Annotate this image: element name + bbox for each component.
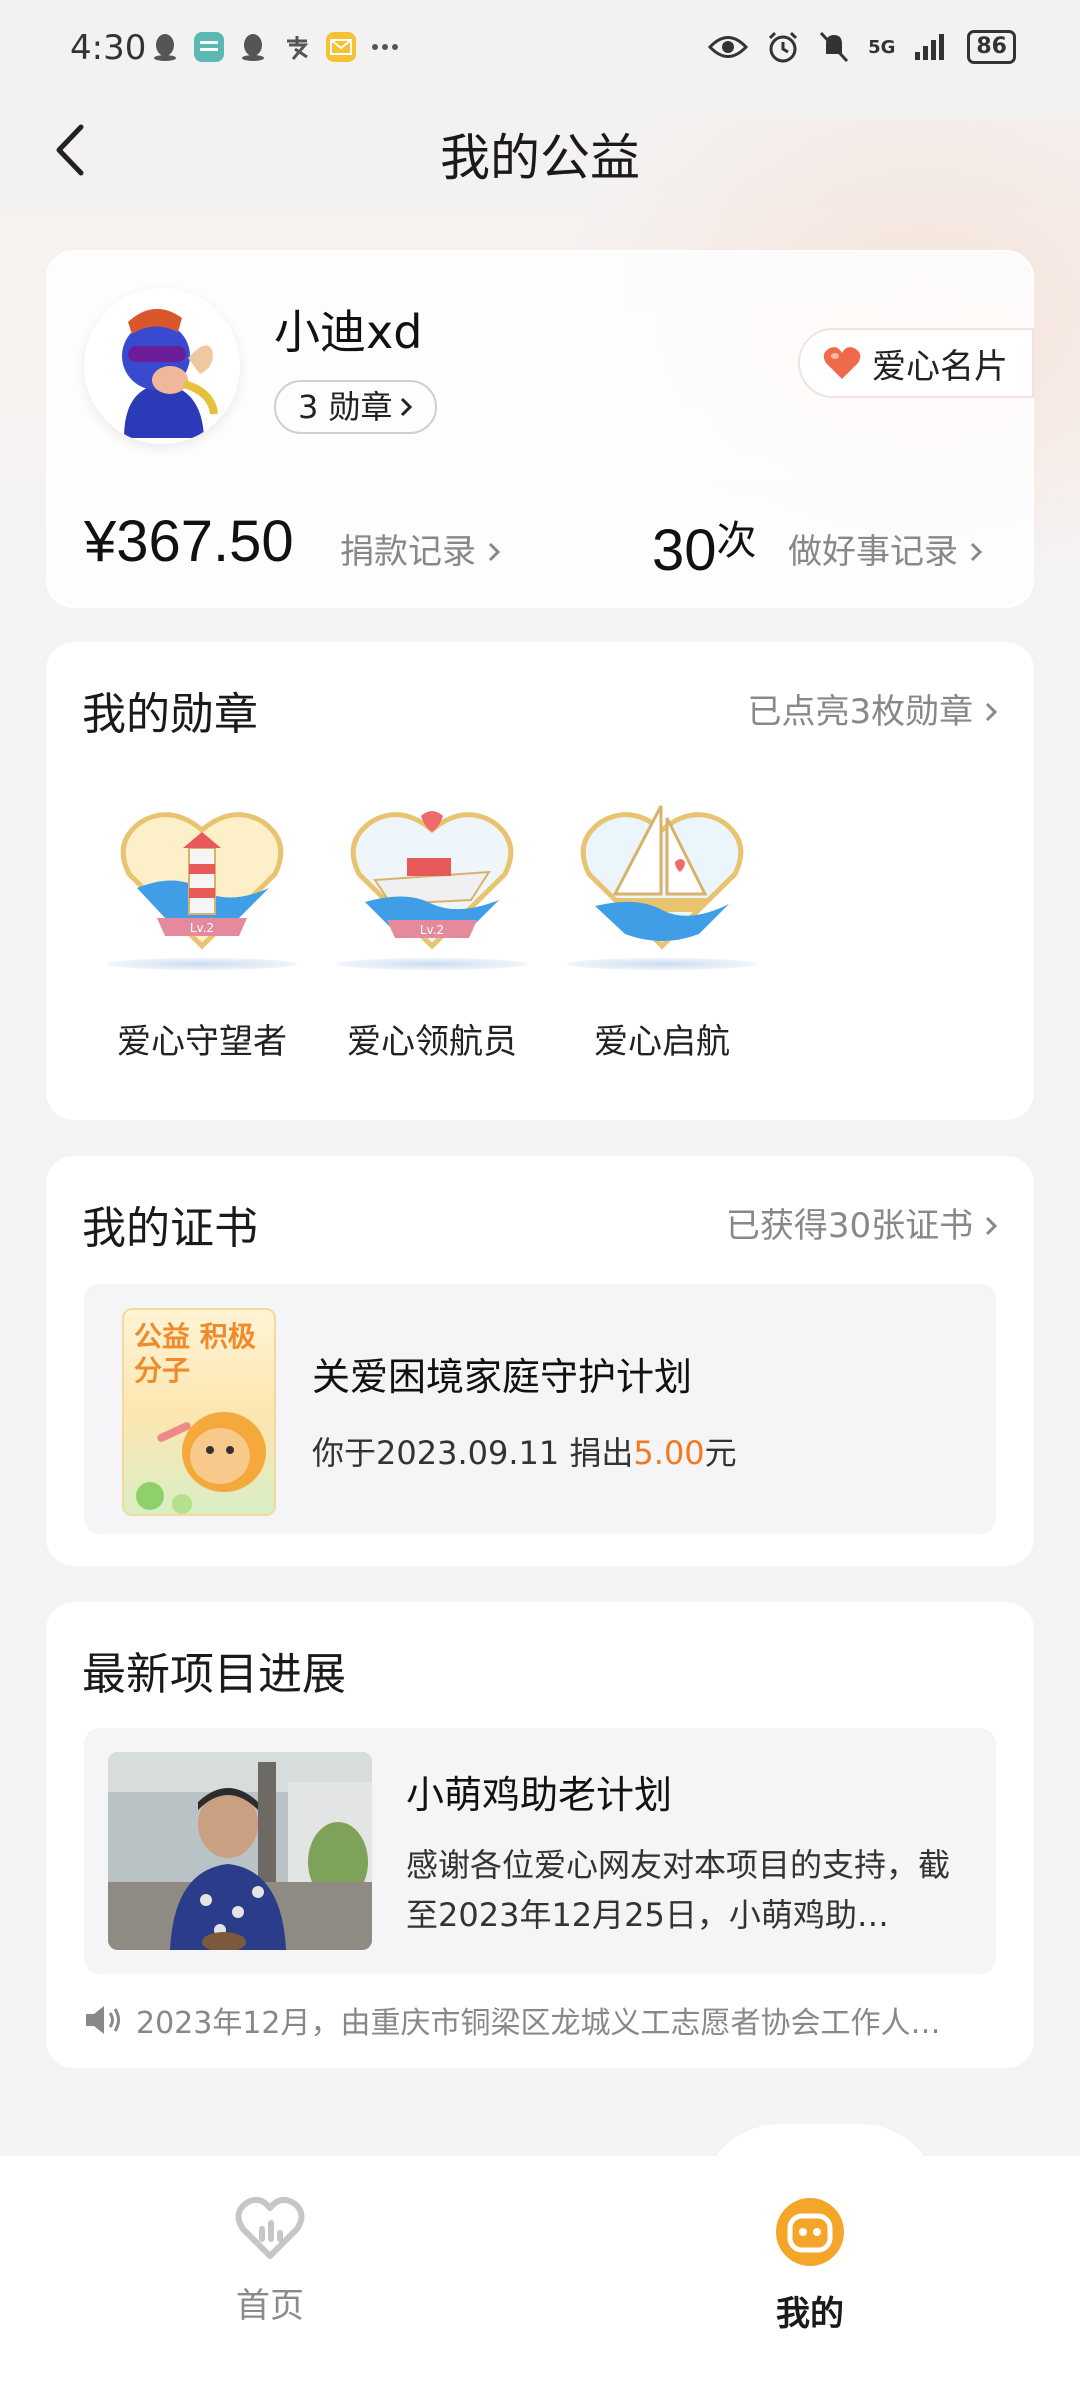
project-notice-text: 2023年12月，由重庆市铜梁区龙城义工志愿者协会工作人… — [136, 2006, 941, 2041]
good-deeds-count: 30次 — [652, 508, 757, 584]
badge-count-label: 3 勋章 — [298, 388, 393, 426]
medal-level: Lv.2 — [420, 923, 444, 937]
project-photo — [108, 1752, 372, 1950]
eye-icon — [708, 36, 749, 58]
medal-item[interactable]: Lv.2 爱心守望者 — [102, 802, 302, 1062]
medal-shadow — [107, 958, 297, 970]
tab-mine[interactable]: 我的 — [710, 2196, 910, 2335]
status-bar: 4:30 5G 86 — [0, 0, 1080, 100]
lighthouse-medal-icon: Lv.2 — [117, 802, 287, 952]
medal-name: 爱心守望者 — [117, 1022, 287, 1062]
project-item[interactable]: 小萌鸡助老计划 感谢各位爱心网友对本项目的支持，截至2023年12月25日，小萌… — [84, 1728, 996, 1974]
medal-name: 爱心领航员 — [347, 1022, 517, 1062]
love-card-button[interactable]: 爱心名片 — [798, 328, 1034, 398]
medals-card: 我的勋章 已点亮3枚勋章 Lv.2 爱心守望者 Lv.2 爱心领航员 爱心启航 — [46, 642, 1034, 1120]
certificate-item-title: 关爱困境家庭守护计划 — [312, 1355, 693, 1399]
certificate-desc-suffix: 元 — [704, 1434, 737, 1472]
mute-icon — [819, 31, 849, 63]
project-progress-card: 最新项目进展 小萌鸡助老计划 感谢各位爱心网友对本项目的支持，截至2023年12… — [46, 1602, 1034, 2068]
qq-icon — [238, 32, 268, 62]
badge-count-button[interactable]: 3 勋章 — [274, 380, 437, 434]
tab-home-label: 首页 — [236, 2286, 304, 2326]
avatar[interactable] — [84, 288, 240, 444]
signal-icon — [915, 34, 945, 60]
project-item-desc: 感谢各位爱心网友对本项目的支持，截至2023年12月25日，小萌鸡助… — [406, 1846, 951, 1934]
medals-link[interactable]: 已点亮3枚勋章 — [748, 684, 998, 733]
profile-card: 小迪xd 3 勋章 爱心名片 ¥367.50 捐款记录 30次 做好事记录 — [46, 250, 1034, 608]
medals-link-label: 已点亮3枚勋章 — [747, 692, 974, 732]
alarm-icon — [769, 31, 798, 63]
medals-title: 我的勋章 — [82, 689, 258, 740]
love-card-label: 爱心名片 — [872, 346, 1008, 387]
certificate-link[interactable]: 已获得30张证书 — [726, 1198, 998, 1247]
sailboat-medal-icon — [577, 802, 747, 952]
project-notice[interactable]: 2023年12月，由重庆市铜梁区龙城义工志愿者协会工作人… — [84, 1998, 1014, 2042]
good-deeds-records-link[interactable]: 做好事记录 — [788, 524, 983, 573]
medal-shadow — [567, 958, 757, 970]
heart-icon — [823, 347, 861, 379]
certificate-card: 我的证书 已获得30张证书 公益 积极分子 关爱困境家庭守护计划 你于2023.… — [46, 1156, 1034, 1566]
medal-item[interactable]: 爱心启航 — [562, 802, 762, 1062]
header: 我的公益 — [0, 100, 1080, 200]
speaker-icon — [86, 2006, 120, 2034]
good-deeds-count-unit: 次 — [716, 518, 757, 564]
donation-records-link[interactable]: 捐款记录 — [340, 524, 501, 573]
certificate-desc-amount: 5.00 — [633, 1434, 705, 1472]
more-icon — [370, 32, 400, 62]
chevron-right-icon — [488, 542, 500, 562]
good-deeds-count-value: 30 — [652, 518, 717, 583]
medal-name: 爱心启航 — [594, 1022, 730, 1062]
battery-level: 86 — [967, 30, 1016, 64]
boss-app-icon — [194, 32, 224, 62]
tab-home[interactable]: 首页 — [170, 2196, 370, 2327]
chevron-right-icon — [985, 1216, 998, 1236]
medal-item[interactable]: Lv.2 爱心领航员 — [332, 802, 532, 1062]
certificate-item-desc: 你于2023.09.11 捐出5.00元 — [312, 1428, 737, 1474]
ship-medal-icon: Lv.2 — [347, 802, 517, 952]
chevron-right-icon — [970, 542, 982, 562]
alipay-icon — [282, 32, 312, 62]
page-title: 我的公益 — [440, 129, 640, 187]
username: 小迪xd — [274, 305, 423, 359]
home-heart-icon — [235, 2196, 305, 2259]
tab-mine-label: 我的 — [776, 2294, 844, 2334]
certificate-desc-prefix: 你于2023.09.11 捐出 — [312, 1434, 634, 1472]
mine-face-icon — [776, 2198, 844, 2266]
tab-bar: 首页 我的 — [0, 2156, 1080, 2400]
certificate-thumbnail: 公益 积极分子 — [122, 1308, 276, 1516]
certificate-item[interactable]: 公益 积极分子 关爱困境家庭守护计划 你于2023.09.11 捐出5.00元 — [84, 1284, 996, 1534]
qq-icon — [150, 32, 180, 62]
medal-shadow — [337, 958, 527, 970]
medal-level: Lv.2 — [190, 921, 214, 935]
donation-amount: ¥367.50 — [84, 509, 294, 574]
mail-icon — [326, 32, 356, 62]
project-progress-title: 最新项目进展 — [82, 1649, 346, 1700]
good-deeds-records-label: 做好事记录 — [788, 532, 958, 572]
certificate-link-label: 已获得30张证书 — [725, 1206, 974, 1246]
chevron-right-icon — [985, 702, 998, 722]
donation-records-label: 捐款记录 — [340, 532, 476, 572]
notification-icons — [150, 32, 400, 62]
status-time: 4:30 — [70, 28, 147, 68]
certificate-title: 我的证书 — [82, 1203, 258, 1254]
system-status-icons: 5G 86 — [708, 30, 1016, 64]
chevron-right-icon — [400, 397, 412, 417]
project-item-title: 小萌鸡助老计划 — [406, 1773, 673, 1817]
network-type: 5G — [868, 36, 896, 58]
